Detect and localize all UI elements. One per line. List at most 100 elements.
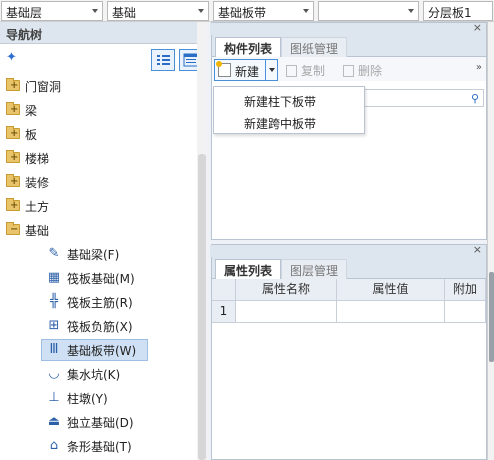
strip-icon: Ⅲ [49, 342, 59, 357]
tree-label: 门窗洞 [25, 80, 62, 94]
tree-child-label: 基础梁(F) [67, 248, 120, 262]
chevron-down-icon [408, 9, 414, 13]
tree-child-label: 筏板主筋(R) [67, 296, 133, 310]
tree-child-column-pier[interactable]: ⊥ 柱墩(Y) [0, 386, 196, 410]
floor-dropdown[interactable]: 基础层 [1, 1, 103, 21]
tree-child-isolated-footing[interactable]: ⏏ 独立基础(D) [0, 410, 196, 434]
column-header-extra[interactable]: 附加 [445, 279, 486, 301]
cell-value[interactable] [337, 301, 445, 323]
component-toolbar: 新建 复制 删除 » [212, 57, 486, 81]
cell-name[interactable] [236, 301, 337, 323]
tree-item-beam[interactable]: + 梁 [0, 98, 196, 122]
rebar-icon: ╬ [50, 294, 58, 309]
nav-tree: + 门窗洞 + 梁 + 板 + 楼梯 + 装修 + 土方 − 基础 ✎ 基础 梁(… [0, 74, 196, 458]
property-list-panel: × 属性列表 图层管理 属性名称 属性值 附加 1 [210, 243, 487, 460]
list-icon [157, 55, 170, 65]
component-tabs: 构件列表 图纸管理 [212, 35, 486, 57]
pier-icon: ⊥ [48, 390, 60, 405]
tree-item-foundation[interactable]: − 基础 [0, 218, 196, 242]
copy-button[interactable]: 复制 [286, 62, 325, 79]
chevron-down-icon [198, 9, 204, 13]
chevron-down-icon[interactable] [269, 68, 275, 72]
add-sparkle-icon[interactable]: ✦ [6, 50, 17, 65]
folder-icon: + [6, 126, 20, 139]
menu-item-new-middle-strip[interactable]: 新建跨中板带 [244, 115, 316, 132]
tree-label: 土方 [25, 200, 50, 214]
split-divider [265, 60, 266, 80]
raft-icon: ▦ [47, 270, 61, 285]
right-edge-scrollbar[interactable] [487, 22, 494, 460]
tree-child-raft-foundation[interactable]: ▦ 筏板基础(M) [0, 266, 196, 290]
layer-dropdown-value: 分层板1 [428, 6, 472, 20]
tree-child-label: 筏板基础(M) [67, 272, 135, 286]
tree-child-sump[interactable]: ◡ 集水坑(K) [0, 362, 196, 386]
nav-scrollbar[interactable] [197, 22, 207, 460]
isolated-footing-icon: ⏏ [47, 414, 61, 429]
layer-dropdown[interactable]: 分层板1 [423, 1, 493, 21]
tab-layer-management[interactable]: 图层管理 [281, 259, 348, 279]
tree-child-strip-footing[interactable]: ⌂ 条形基础(T) [0, 434, 196, 458]
tree-item-stairs[interactable]: + 楼梯 [0, 146, 196, 170]
property-tabs: 属性列表 图层管理 [212, 257, 486, 279]
tree-label: 楼梯 [25, 152, 50, 166]
type-dropdown-value: 基础板带 [218, 6, 267, 20]
property-table: 属性名称 属性值 附加 1 [212, 279, 486, 323]
component-dropdown[interactable] [318, 1, 419, 21]
folder-icon: + [6, 198, 20, 211]
component-search-input[interactable]: ⚲ [364, 89, 484, 107]
pencil-icon: ✎ [48, 246, 60, 261]
row-number: 1 [212, 301, 236, 323]
cell-extra[interactable] [445, 301, 486, 323]
panel-titlebar: × [210, 21, 486, 35]
tree-label: 装修 [25, 176, 50, 190]
tree-item-slab[interactable]: + 板 [0, 122, 196, 146]
category-dropdown-value: 基础 [112, 6, 137, 20]
column-header-name[interactable]: 属性名称 [236, 279, 337, 301]
tree-item-doors-windows[interactable]: + 门窗洞 [0, 74, 196, 98]
type-dropdown[interactable]: 基础板带 [213, 1, 314, 21]
tab-drawing-management[interactable]: 图纸管理 [281, 37, 348, 57]
tree-item-earthwork[interactable]: + 土方 [0, 194, 196, 218]
navigation-panel: 导航树 ✦ + 门窗洞 + 梁 + 板 + 楼梯 + 装修 + 土方 − 基础 … [0, 22, 207, 460]
delete-button[interactable]: 删除 [343, 62, 382, 79]
tree-child-label: 条形基础(T) [67, 440, 132, 454]
floor-dropdown-value: 基础层 [6, 6, 43, 20]
menu-item-new-column-strip[interactable]: 新建柱下板带 [244, 93, 316, 110]
tree-label: 基础 [25, 224, 50, 238]
folder-icon: + [6, 102, 20, 115]
folder-icon: + [6, 150, 20, 163]
delete-button-label: 删除 [358, 64, 383, 78]
table-row[interactable]: 1 [212, 301, 486, 323]
column-header-value[interactable]: 属性值 [337, 279, 445, 301]
list-view-button[interactable] [151, 49, 175, 71]
new-dropdown-menu: 新建柱下板带 新建跨中板带 [213, 86, 365, 134]
tree-item-decoration[interactable]: + 装修 [0, 170, 196, 194]
close-icon[interactable]: × [473, 21, 482, 34]
nav-title: 导航树 [0, 22, 206, 44]
top-filter-bar: 基础层 基础 基础板带 分层板1 [0, 0, 494, 22]
tree-child-label: 基础板带(W) [67, 344, 137, 358]
tree-child-label: 集水坑(K) [67, 368, 121, 382]
tab-property-list[interactable]: 属性列表 [215, 259, 282, 279]
tree-label: 梁 [25, 104, 38, 118]
new-button-label: 新建 [235, 65, 260, 79]
nav-scrollbar-thumb[interactable] [198, 154, 206, 460]
header-corner [212, 279, 236, 301]
tree-child-foundation-strip[interactable]: Ⅲ 基础板带(W) [0, 338, 196, 362]
close-icon[interactable]: × [473, 243, 482, 256]
copy-icon [286, 65, 297, 77]
more-chevron-icon[interactable]: » [476, 62, 482, 73]
delete-icon [343, 65, 354, 77]
search-icon[interactable]: ⚲ [471, 92, 479, 105]
nav-toolbar: ✦ [0, 44, 206, 74]
tree-child-raft-main-rebar[interactable]: ╬ 筏板主筋(R) [0, 290, 196, 314]
right-scrollbar-thumb[interactable] [489, 272, 494, 362]
chevron-down-icon [303, 9, 309, 13]
new-button[interactable]: 新建 [214, 59, 278, 81]
tree-child-raft-negative-rebar[interactable]: ⊞ 筏板负筋(X) [0, 314, 196, 338]
category-dropdown[interactable]: 基础 [107, 1, 209, 21]
tree-child-foundation-beam[interactable]: ✎ 基础梁(F) [0, 242, 196, 266]
tab-component-list[interactable]: 构件列表 [215, 37, 282, 57]
negative-rebar-icon: ⊞ [48, 318, 60, 333]
chevron-down-icon [92, 9, 98, 13]
